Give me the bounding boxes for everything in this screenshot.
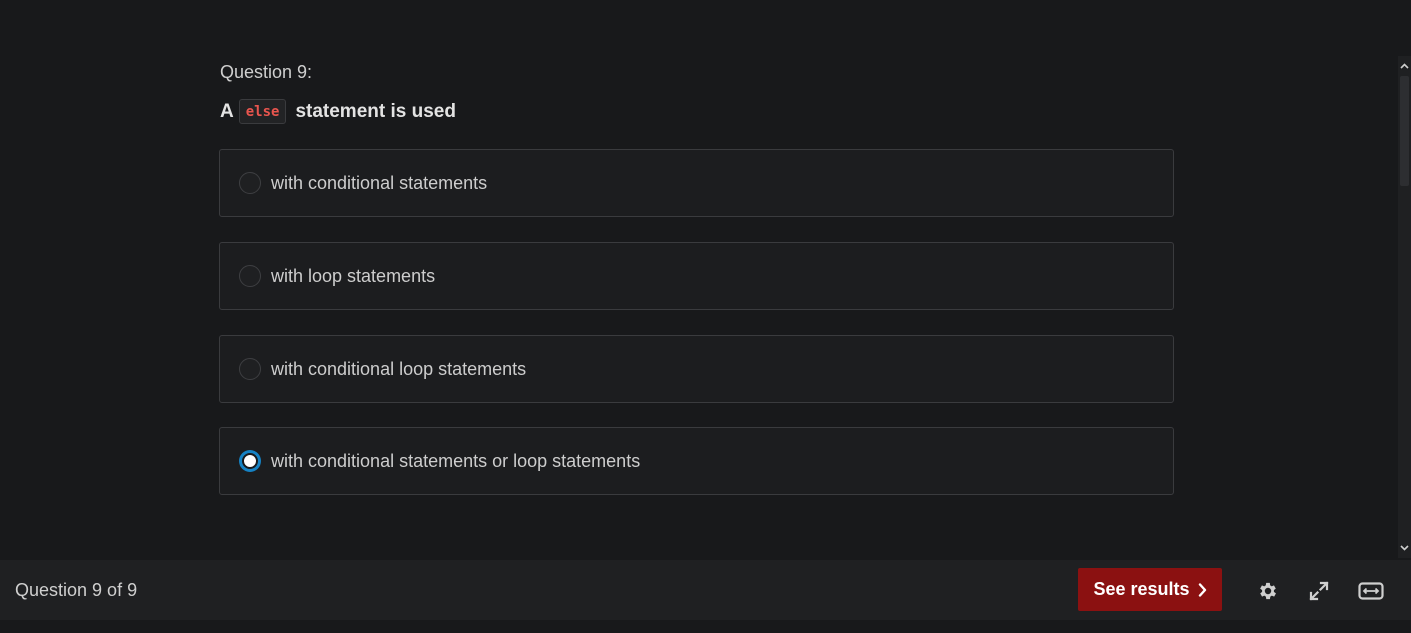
answer-option-label: with conditional statements or loop stat…	[271, 450, 641, 471]
answer-option-label: with conditional statements	[271, 172, 488, 193]
answer-option-label: with loop statements	[271, 265, 436, 286]
chevron-right-icon	[1198, 582, 1207, 597]
question-progress: Question 9 of 9	[15, 580, 138, 600]
expand-icon[interactable]	[1306, 578, 1332, 604]
question-number: Question 9:	[220, 62, 313, 82]
answer-option-1[interactable]: with conditional statements	[219, 149, 1174, 217]
see-results-label: See results	[1093, 579, 1190, 599]
answer-option-label: with conditional loop statements	[271, 358, 527, 379]
fit-width-icon[interactable]	[1357, 578, 1385, 604]
see-results-button[interactable]: See results	[1078, 568, 1222, 611]
quiz-content: Question 9: A else statement is used wit…	[0, 0, 1411, 560]
radio-button-selected[interactable]	[239, 450, 261, 472]
question-text: A else statement is used	[220, 99, 456, 124]
radio-button[interactable]	[239, 172, 261, 194]
inline-code: else	[238, 99, 287, 124]
question-text-before: A	[220, 100, 234, 122]
footer-bottom-strip	[0, 620, 1411, 633]
scrollbar-thumb[interactable]	[1400, 76, 1409, 186]
answer-option-4[interactable]: with conditional statements or loop stat…	[219, 427, 1174, 495]
answer-option-2[interactable]: with loop statements	[219, 242, 1174, 310]
scroll-down-arrow-icon[interactable]	[1398, 540, 1411, 556]
radio-button[interactable]	[239, 358, 261, 380]
gear-icon[interactable]	[1255, 578, 1281, 604]
answer-option-3[interactable]: with conditional loop statements	[219, 335, 1174, 403]
radio-button[interactable]	[239, 265, 261, 287]
vertical-scrollbar[interactable]	[1398, 56, 1411, 558]
scroll-up-arrow-icon[interactable]	[1398, 58, 1411, 74]
question-text-after: statement is used	[295, 100, 456, 122]
quiz-footer: Question 9 of 9 See results	[0, 560, 1411, 620]
